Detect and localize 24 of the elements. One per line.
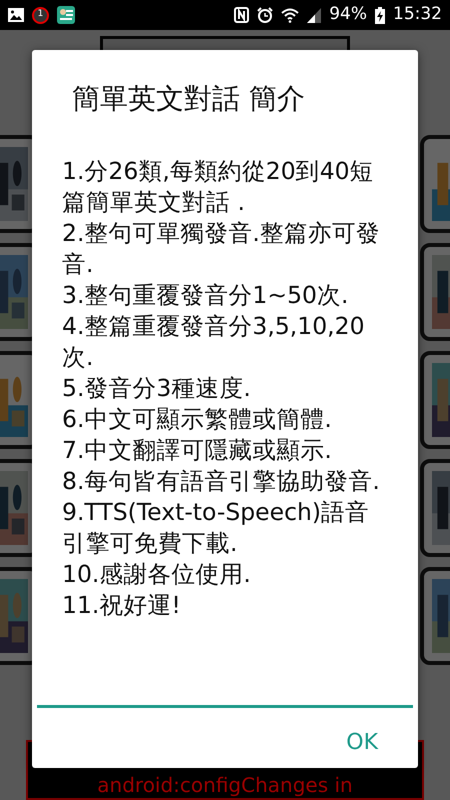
list-item-text: 7.中文翻譯可隱藏或顯示. [62,435,333,466]
alarm-icon [257,7,274,23]
list-item-text: 1.分26類,每類約從20到40短篇簡單英文對話 . [62,156,375,218]
nfc-icon [234,7,250,23]
list-item-text: 4.整篇重覆發音分3,5,10,20次. [62,311,366,373]
list-item-text: 3.整句重覆發音分1~50次. [62,280,350,311]
signal-icon [307,8,322,22]
battery-charging-icon [375,6,385,24]
list-item-text: 9.TTS(Text-to-Speech)語音引擎可免費下載. [62,497,370,559]
dialog-title: 簡單英文對話 簡介 [71,81,306,117]
footer-text: android:configChanges in [97,772,353,798]
ok-button[interactable]: OK [336,722,388,763]
battery-text: 94% [329,3,367,26]
list-item-text: 5.發音分3種速度. [62,373,252,404]
list-item-text: 8.每句皆有語音引擎協助發音. [62,466,381,497]
clock-text: 15:32 [393,3,442,26]
alarm-badge: 1 [32,6,49,24]
list-item-text: 10.感謝各位使用. [62,559,252,590]
list-item-text: 11.祝好運! [62,590,182,621]
image-icon [8,8,24,22]
wifi-icon [281,8,300,22]
list-item-text: 2.整句可單獨發音.整篇亦可發音. [62,218,381,280]
app-icon [57,6,75,24]
list-item-text: 6.中文可顯示繁體或簡體. [62,404,333,435]
